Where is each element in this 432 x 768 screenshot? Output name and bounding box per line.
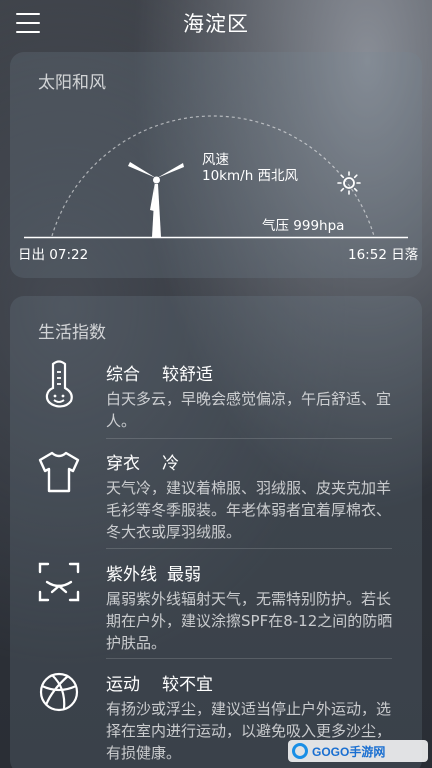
sunrise-time: 日出 07:22: [18, 247, 89, 263]
index-level: 冷: [162, 454, 179, 474]
index-name: 穿衣: [106, 454, 140, 474]
sun-icon: [337, 171, 361, 195]
pressure-value: 气压 999hpa: [262, 218, 345, 234]
index-name: 运动: [106, 675, 140, 695]
windmill-icon: [128, 162, 184, 237]
life-index-title: 生活指数: [38, 323, 106, 343]
wind-info: 风速 10km/h 西北风: [202, 152, 298, 184]
thermometer-icon: [45, 360, 73, 408]
watermark-text: GOGO手游网: [312, 744, 386, 759]
index-heading: 穿衣 冷: [106, 449, 179, 474]
basketball-icon: [39, 672, 79, 712]
wind-label: 风速: [202, 152, 229, 168]
index-description: 属弱紫外线辐射天气，无需特别防护。若长期在户外，建议涂擦SPF在8-12之间的防…: [106, 590, 393, 652]
tshirt-icon: [38, 451, 80, 493]
divider: [106, 438, 392, 439]
index-heading: 紫外线 最弱: [106, 560, 201, 585]
sunset-time: 16:52 日落: [348, 247, 419, 263]
watermark-logo-icon: [292, 743, 308, 759]
uv-icon: [38, 562, 80, 602]
index-heading: 综合 较舒适: [106, 360, 213, 385]
index-heading: 运动 较不宜: [106, 670, 213, 695]
divider: [106, 548, 392, 549]
index-level: 较舒适: [162, 365, 213, 385]
index-name: 综合: [106, 365, 140, 385]
wind-value: 10km/h 西北风: [202, 168, 299, 184]
index-description: 白天多云，早晚会感觉偏凉，午后舒适、宜人。: [106, 390, 392, 430]
index-level: 较不宜: [162, 675, 213, 695]
index-level: 最弱: [167, 565, 201, 585]
index-name: 紫外线: [106, 565, 157, 585]
divider: [106, 658, 392, 659]
watermark: GOGO手游网: [288, 740, 428, 762]
index-description: 天气冷，建议着棉服、羽绒服、皮夹克加羊毛衫等冬季服装。年老体弱者宜着厚棉衣、冬大…: [106, 479, 392, 541]
